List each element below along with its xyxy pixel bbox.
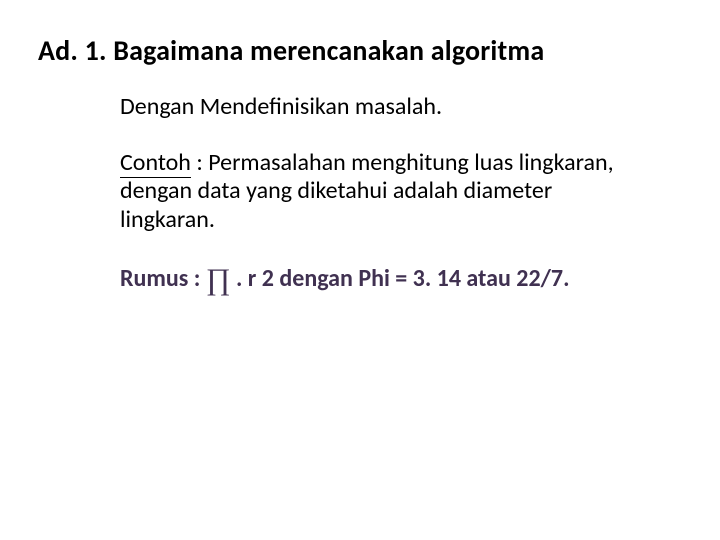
formula-rest: . r 2 dengan Phi = 3. 14 atau 22/7. <box>231 264 570 293</box>
paragraph-example: Contoh : Permasalahan menghitung luas li… <box>120 149 652 234</box>
paragraph-formula: Rumus : ∏ . r 2 dengan Phi = 3. 14 atau … <box>120 262 652 297</box>
formula-prefix: Rumus : <box>120 264 206 293</box>
slide-body: Dengan Mendefinisikan masalah. Contoh : … <box>120 93 652 298</box>
pi-product-icon: ∏ <box>206 263 231 296</box>
example-label: Contoh <box>120 148 191 178</box>
paragraph-intro: Dengan Mendefinisikan masalah. <box>120 93 652 121</box>
slide: Ad. 1. Bagaimana merencanakan algoritma … <box>0 0 720 540</box>
slide-title: Ad. 1. Bagaimana merencanakan algoritma <box>38 36 682 67</box>
example-sep: : <box>191 148 208 177</box>
